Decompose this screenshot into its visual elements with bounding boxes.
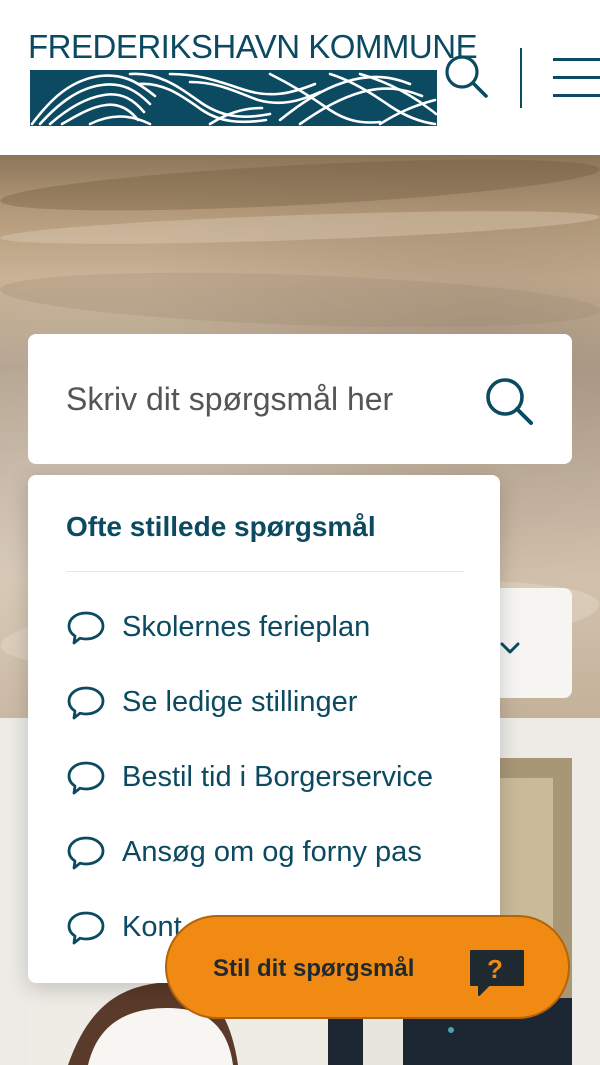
faq-item[interactable]: Skolernes ferieplan xyxy=(66,597,496,657)
divider xyxy=(66,571,464,572)
logo-text: FREDERIKSHAVN KOMMUNE xyxy=(28,28,478,65)
ask-question-button[interactable]: Stil dit spørgsmål ? xyxy=(165,915,570,1019)
site-header: FREDERIKSHAVN KOMMUNE xyxy=(0,0,600,155)
faq-item[interactable]: Ansøg om og forny pas xyxy=(66,822,496,882)
faq-item-label: Skolernes ferieplan xyxy=(122,610,371,643)
logo-waves-graphic xyxy=(30,70,437,126)
faq-item[interactable]: Se ledige stillinger xyxy=(66,672,496,732)
speech-bubble-icon xyxy=(67,911,105,945)
speech-bubble-icon xyxy=(67,761,105,795)
speech-bubble-icon xyxy=(67,686,105,720)
header-search-button[interactable] xyxy=(440,50,492,102)
faq-title: Ofte stillede spørgsmål xyxy=(66,511,376,542)
search-icon xyxy=(486,378,533,425)
search-icon xyxy=(445,55,488,98)
faq-item-label: Ansøg om og forny pas xyxy=(122,835,422,868)
header-divider xyxy=(520,48,522,108)
menu-button[interactable] xyxy=(550,58,600,100)
search-input[interactable] xyxy=(66,374,466,424)
menu-icon xyxy=(553,58,600,61)
speech-bubble-icon xyxy=(67,836,105,870)
faq-dropdown: Ofte stillede spørgsmål Skolernes feriep… xyxy=(28,475,500,983)
question-bubble-icon: ? xyxy=(470,950,524,996)
faq-item-label: Bestil tid i Borgerservice xyxy=(122,760,434,793)
chevron-down-icon xyxy=(500,642,520,654)
page: FREDERIKSHAVN KOMMUNE Skriv dit spørgsmå… xyxy=(0,0,600,1065)
svg-text:?: ? xyxy=(487,954,503,984)
faq-item-label: Se ledige stillinger xyxy=(122,685,358,718)
search-submit-button[interactable] xyxy=(480,372,538,430)
faq-item[interactable]: Bestil tid i Borgerservice xyxy=(66,747,496,807)
ask-question-label: Stil dit spørgsmål xyxy=(213,955,415,982)
logo-link[interactable]: FREDERIKSHAVN KOMMUNE xyxy=(28,28,478,128)
speech-bubble-icon xyxy=(67,611,105,645)
